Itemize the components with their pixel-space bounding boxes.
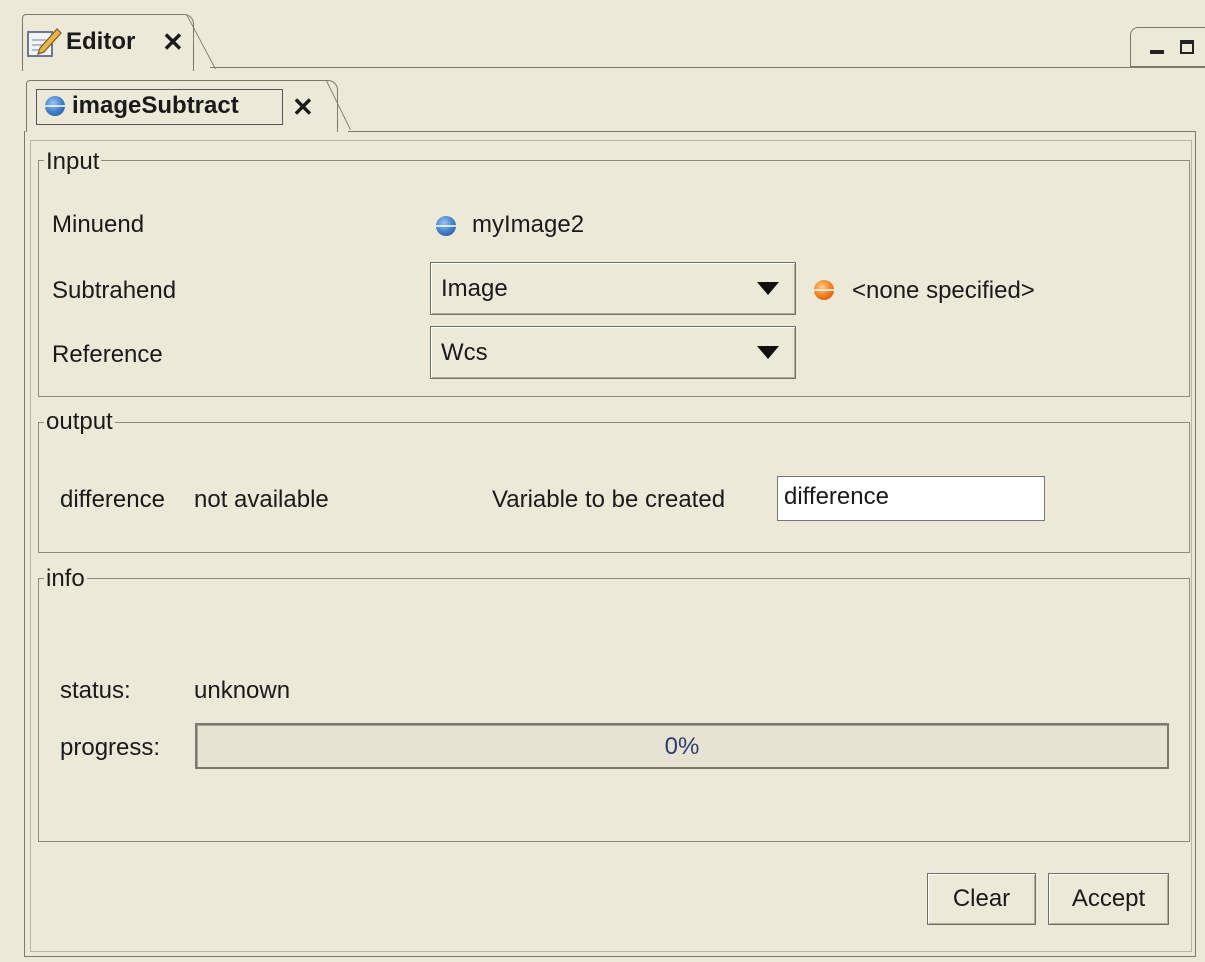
status-value: unknown	[194, 677, 291, 704]
dropdown-arrow-icon[interactable]	[757, 282, 779, 295]
progress-bar: 0%	[195, 723, 1169, 769]
editor-tab-label: Editor	[66, 28, 136, 55]
dropdown-arrow-icon[interactable]	[757, 346, 779, 359]
variable-name-field[interactable]	[777, 476, 1045, 521]
subtrahend-combobox[interactable]: Image	[430, 262, 796, 315]
info-group-legend: info	[44, 565, 87, 592]
editor-tab-close-icon[interactable]: ✕	[162, 28, 184, 56]
subtrahend-selected: Image	[441, 275, 508, 302]
subtrahend-label: Subtrahend	[52, 277, 177, 304]
progress-label: progress:	[60, 734, 161, 761]
difference-value: not available	[194, 486, 329, 513]
difference-label: difference	[60, 486, 165, 513]
inner-tab-label: imageSubtract	[72, 92, 239, 119]
reference-combobox[interactable]: Wcs	[430, 326, 796, 379]
inner-tab-close-icon[interactable]: ✕	[292, 93, 314, 121]
progress-text: 0%	[664, 733, 700, 760]
reference-selected: Wcs	[441, 339, 488, 366]
editor-tab-baseline	[210, 67, 1205, 68]
reference-label: Reference	[52, 341, 163, 368]
accept-button[interactable]: Accept	[1048, 873, 1169, 925]
minuend-label: Minuend	[52, 211, 145, 238]
orange-ball-icon	[814, 280, 834, 300]
status-label: status:	[60, 677, 131, 704]
variable-name-input[interactable]	[778, 477, 1042, 517]
clear-button[interactable]: Clear	[927, 873, 1036, 925]
blue-ball-icon	[45, 96, 65, 116]
variable-label: Variable to be created	[492, 486, 726, 513]
input-group-legend: Input	[44, 148, 102, 175]
output-group-legend: output	[44, 408, 115, 435]
editor-pencil-icon	[27, 28, 62, 57]
inner-tab-baseline	[348, 131, 1195, 132]
minimize-icon[interactable]	[1150, 50, 1164, 54]
info-group	[38, 578, 1190, 842]
subtrahend-status: <none specified>	[852, 277, 1035, 304]
minuend-value: myImage2	[472, 211, 585, 238]
maximize-icon[interactable]	[1180, 40, 1194, 54]
minuend-blue-ball-icon	[436, 216, 456, 236]
